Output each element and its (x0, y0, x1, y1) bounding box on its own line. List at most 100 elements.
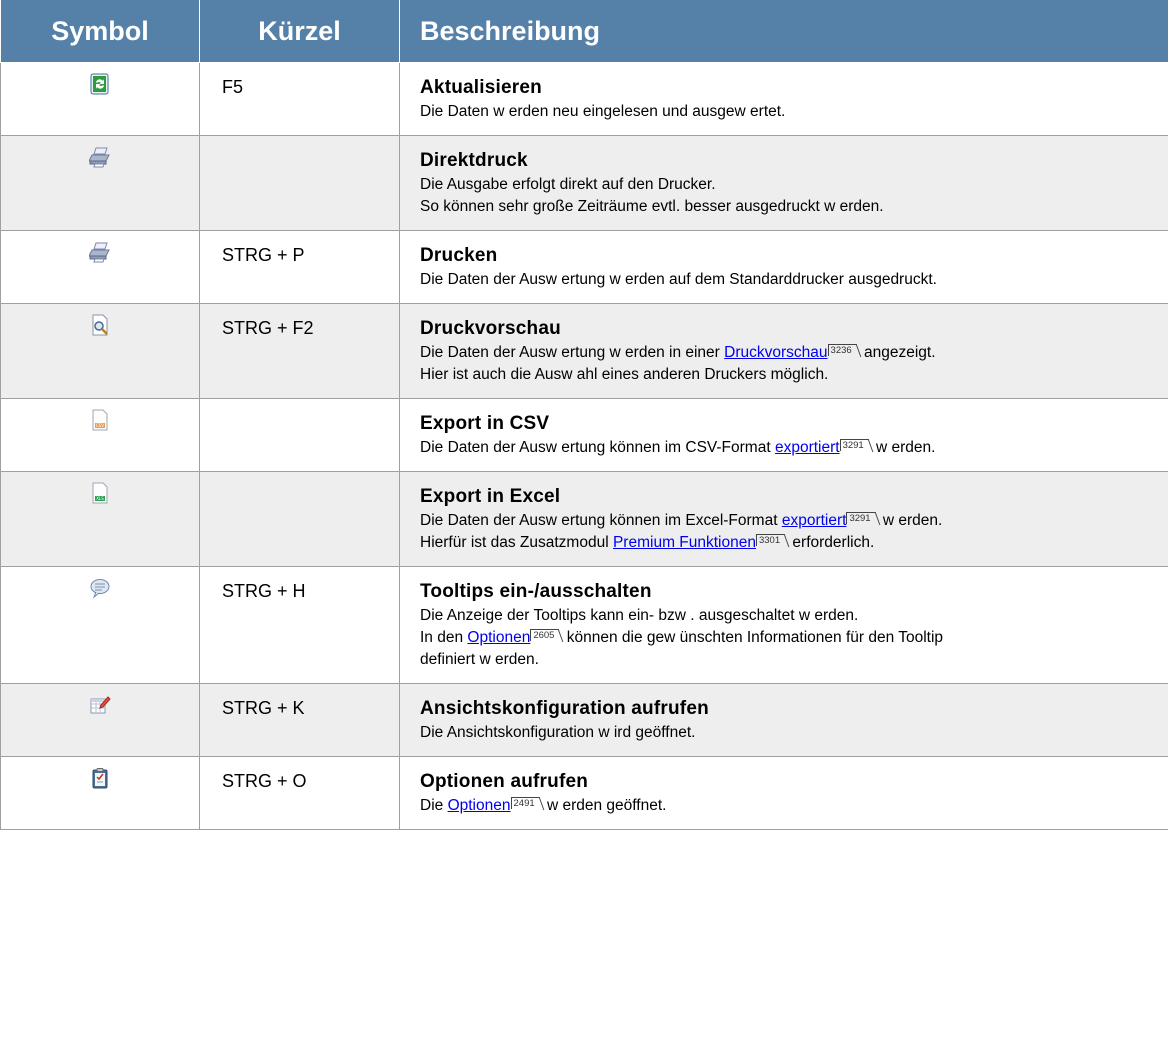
shortcut-cell: STRG + O (199, 756, 400, 830)
clipboard-options-icon (89, 767, 111, 789)
symbol-cell: CSV (0, 398, 200, 472)
description-cell: Export in Excel Die Daten der Ausw ertung… (399, 471, 1168, 567)
symbol-cell (0, 135, 200, 231)
shortcut-cell (199, 471, 400, 567)
description-text: w erden. (878, 512, 943, 529)
topic-link[interactable]: Optionen (467, 629, 530, 646)
description-text: Die Daten w erden neu eingelesen und aus… (420, 103, 786, 120)
topic-link[interactable]: exportiert (775, 439, 840, 456)
description-line: Die Daten der Ausw ertung können im Exce… (420, 510, 1162, 532)
description-text: Die Daten der Ausw ertung w erden in ein… (420, 344, 725, 361)
description-text: Die Ansichtskonfiguration w ird geöffnet… (420, 724, 696, 741)
description-cell: Tooltips ein-/ausschalten Die Anzeige der… (399, 566, 1168, 684)
shortcut-cell: STRG + K (199, 683, 400, 757)
shortcut-cell: F5 (199, 62, 400, 136)
description-text: angezeigt. (859, 344, 936, 361)
description-text: Die Daten der Ausw ertung können im Exce… (420, 512, 782, 529)
speech-bubble-icon (89, 577, 111, 599)
description-line: Die Ansichtskonfiguration w ird geöffnet… (420, 722, 1162, 744)
page-reference-badge: 3236 (827, 344, 854, 356)
symbol-cell (0, 230, 200, 304)
symbol-cell (0, 303, 200, 399)
page-reference-badge: 2605 (530, 629, 557, 641)
table-row: CSV Export in CSV Die Daten der Ausw ertun… (0, 398, 1168, 472)
header-symbol: Symbol (0, 0, 200, 63)
function-title: Druckvorschau (420, 318, 561, 339)
page-reference-badge: 3301 (755, 534, 783, 546)
table-row: STRG + H Tooltips ein-/ausschalten Die Anz… (0, 566, 1168, 684)
topic-link[interactable]: exportiert (782, 512, 847, 529)
page-reference-badge: 2491 (510, 797, 537, 809)
description-text: w erden. (871, 439, 936, 456)
function-title: Ansichtskonfiguration aufrufen (420, 698, 709, 719)
function-title: Aktualisieren (420, 77, 542, 98)
description-text: In den (420, 629, 468, 646)
description-line: Die Anzeige der Tooltips kann ein- bzw .… (420, 605, 1162, 627)
description-cell: Direktdruck Die Ausgabe erfolgt direkt au… (399, 135, 1168, 231)
symbol-cell (0, 756, 200, 830)
symbol-cell (0, 683, 200, 757)
description-cell: Export in CSV Die Daten der Ausw ertung k… (399, 398, 1168, 472)
svg-text:XLS: XLS (96, 496, 104, 501)
table-row: Direktdruck Die Ausgabe erfolgt direkt au… (0, 135, 1168, 231)
symbol-cell: XLS (0, 471, 200, 567)
function-title: Direktdruck (420, 150, 528, 171)
description-text: Die Daten der Ausw ertung können im CSV-… (420, 439, 775, 456)
symbol-cell (0, 62, 200, 136)
description-text: Die Daten der Ausw ertung w erden auf de… (420, 271, 937, 288)
description-text: w erden geöffnet. (542, 797, 667, 814)
shortcut-cell: STRG + H (199, 566, 400, 684)
header-beschreibung: Beschreibung (399, 0, 1168, 63)
description-text: Die Anzeige der Tooltips kann ein- bzw .… (420, 607, 859, 624)
topic-link[interactable]: Premium Funktionen (613, 534, 756, 551)
svg-text:CSV: CSV (96, 423, 104, 428)
description-text: definiert w erden. (420, 651, 539, 668)
description-text: Die Ausgabe erfolgt direkt auf den Druck… (420, 176, 716, 193)
table-row: STRG + P Drucken Die Daten der Ausw ertung… (0, 230, 1168, 304)
shortcut-cell: STRG + P (199, 230, 400, 304)
description-line: In den Optionen 2605 können die gew ünsch… (420, 627, 1162, 649)
table-row: STRG + O Optionen aufrufen Die Optionen 249… (0, 756, 1168, 830)
description-line: definiert w erden. (420, 649, 1162, 671)
description-cell: Optionen aufrufen Die Optionen 2491 w erde… (399, 756, 1168, 830)
function-title: Export in Excel (420, 486, 561, 507)
table-row: F5 Aktualisieren Die Daten w erden neu ein… (0, 62, 1168, 136)
printer-icon (88, 146, 111, 168)
description-cell: Ansichtskonfiguration aufrufen Die Ansich… (399, 683, 1168, 757)
description-text: können die gew ünschten Informationen fü… (562, 629, 944, 646)
grid-edit-icon (89, 694, 111, 716)
description-line: Die Daten der Ausw ertung w erden in ein… (420, 342, 1162, 364)
header-row: Symbol Kürzel Beschreibung (0, 0, 1168, 63)
description-text: Die (420, 797, 448, 814)
function-title: Tooltips ein-/ausschalten (420, 581, 652, 602)
table-row: STRG + K Ansichtskonfiguration aufrufen Di… (0, 683, 1168, 757)
description-line: Die Daten der Ausw ertung w erden auf de… (420, 269, 1162, 291)
description-line: Hierfür ist das Zusatzmodul Premium Funk… (420, 532, 1162, 554)
page-reference-badge: 3291 (839, 439, 866, 451)
description-text: Hierfür ist das Zusatzmodul (420, 534, 613, 551)
description-cell: Aktualisieren Die Daten w erden neu einge… (399, 62, 1168, 136)
description-line: Die Ausgabe erfolgt direkt auf den Druck… (420, 174, 1162, 196)
description-cell: Druckvorschau Die Daten der Ausw ertung w… (399, 303, 1168, 399)
topic-link[interactable]: Optionen (448, 797, 511, 814)
description-line: So können sehr große Zeiträume evtl. bes… (420, 196, 1162, 218)
refresh-icon (89, 73, 111, 95)
description-line: Die Optionen 2491 w erden geöffnet. (420, 795, 1162, 817)
description-line: Die Daten w erden neu eingelesen und aus… (420, 101, 1162, 123)
function-title: Export in CSV (420, 413, 550, 434)
shortcut-cell: STRG + F2 (199, 303, 400, 399)
excel-file-icon: XLS (89, 482, 111, 504)
page-reference-badge: 3291 (846, 512, 873, 524)
csv-file-icon: CSV (89, 409, 111, 431)
symbol-cell (0, 566, 200, 684)
description-text: So können sehr große Zeiträume evtl. bes… (420, 198, 884, 215)
description-cell: Drucken Die Daten der Ausw ertung w erden… (399, 230, 1168, 304)
function-title: Optionen aufrufen (420, 771, 589, 792)
printer-icon (88, 241, 111, 263)
description-text: Hier ist auch die Ausw ahl eines anderen… (420, 366, 829, 383)
print-preview-icon (89, 314, 111, 336)
topic-link[interactable]: Druckvorschau (724, 344, 827, 361)
shortcut-cell (199, 398, 400, 472)
description-text: erforderlich. (788, 534, 875, 551)
description-line: Die Daten der Ausw ertung können im CSV-… (420, 437, 1162, 459)
